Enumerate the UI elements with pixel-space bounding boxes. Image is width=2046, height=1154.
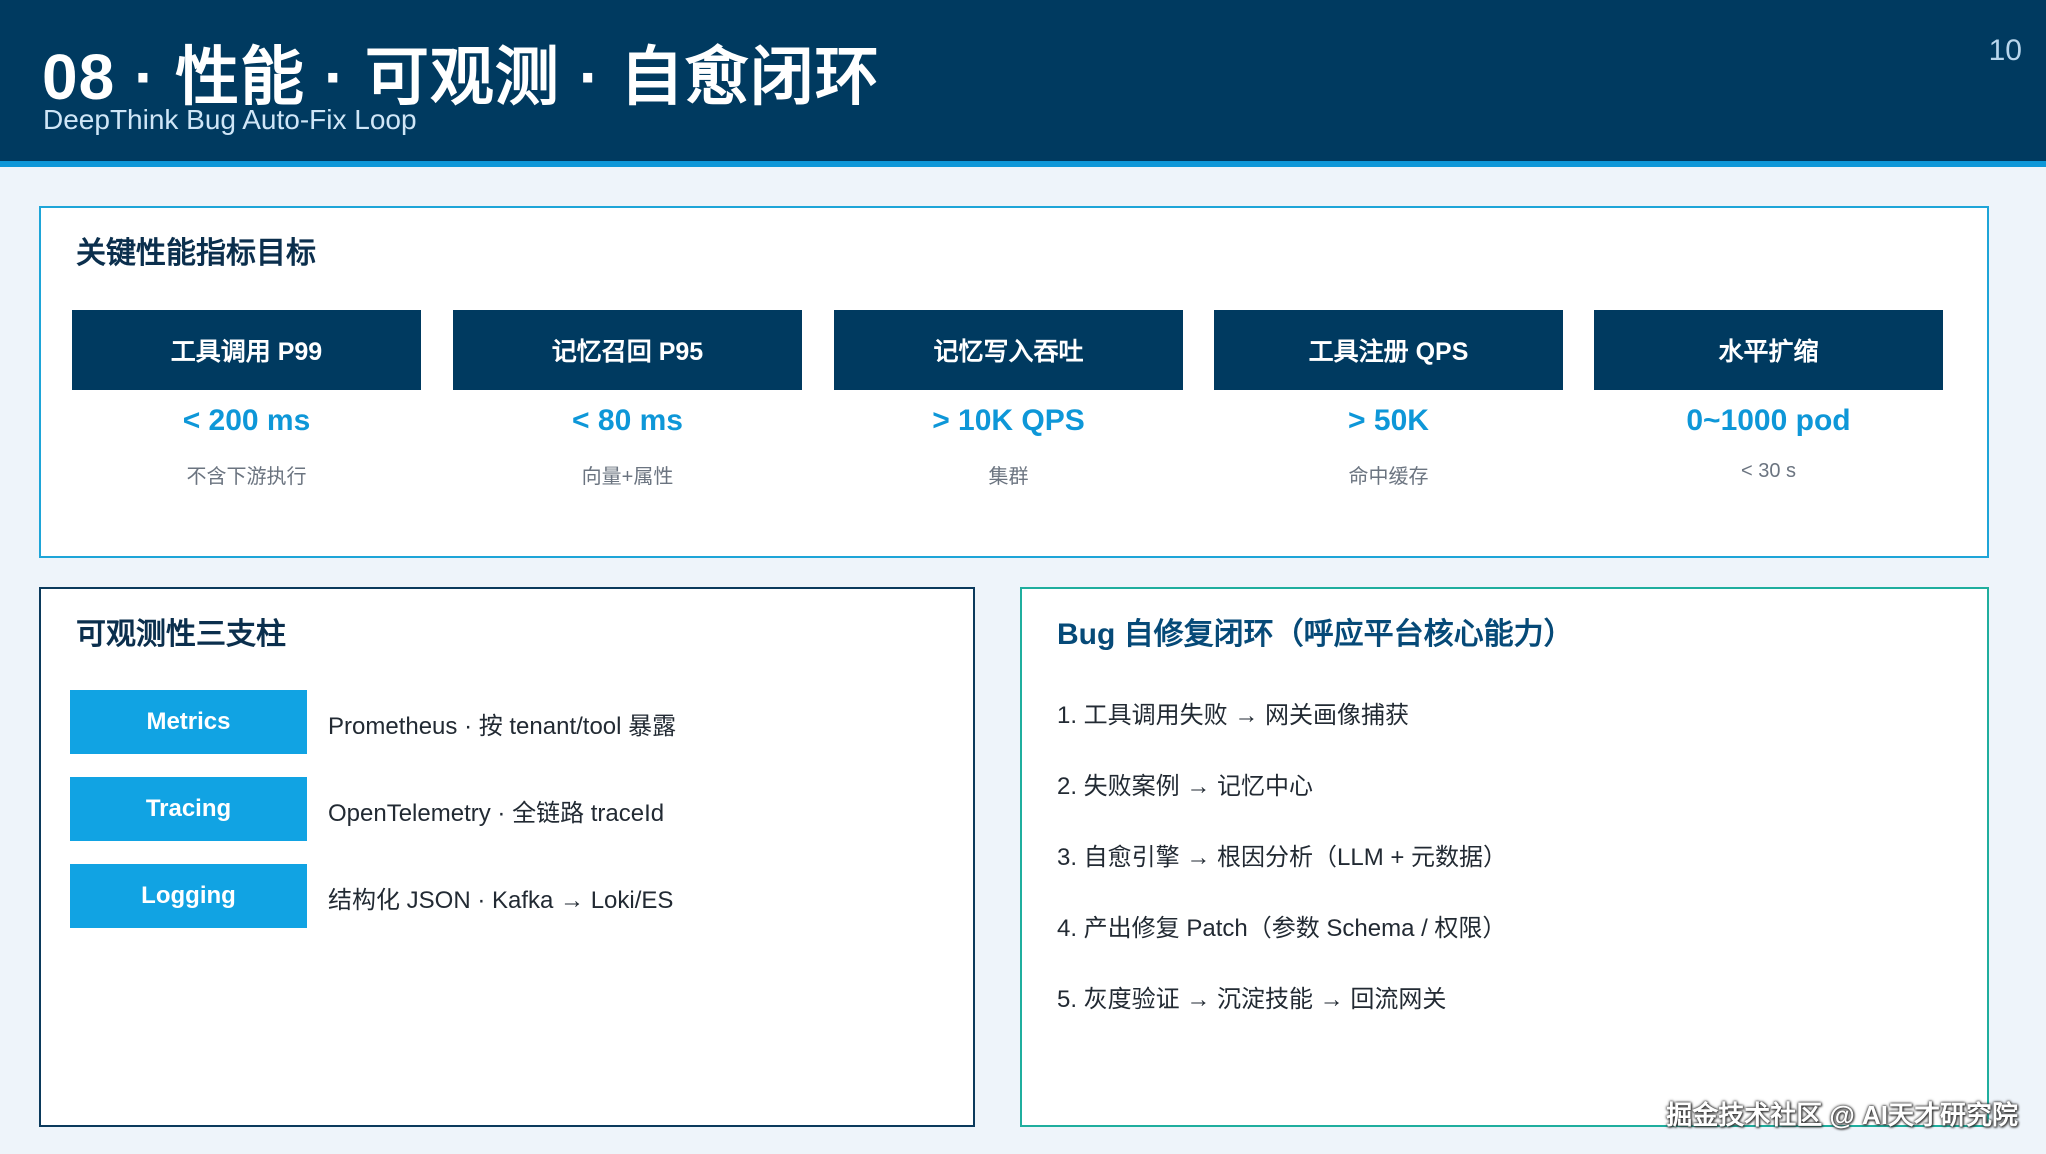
- kpi-card-value: > 10K QPS: [932, 404, 1085, 437]
- page-number: 10: [1988, 34, 2022, 67]
- header-accent-bar: [0, 161, 2046, 167]
- kpi-card: 水平扩缩 0~1000 pod < 30 s: [1594, 310, 1943, 483]
- loop-step: 2. 失败案例 → 记忆中心: [1057, 773, 1314, 800]
- kpi-card-note: 集群: [988, 466, 1029, 488]
- kpi-card-value: > 50K: [1348, 404, 1429, 437]
- slide-subtitle: DeepThink Bug Auto-Fix Loop: [43, 104, 417, 135]
- observability-panel-title: 可观测性三支柱: [76, 618, 286, 651]
- pillar-row-logging: Logging 结构化 JSON · Kafka → Loki/ES: [70, 864, 950, 928]
- kpi-card-label: 工具注册 QPS: [1214, 310, 1563, 390]
- kpi-panel-title: 关键性能指标目标: [76, 237, 316, 270]
- bug-loop-panel-title: Bug 自修复闭环（呼应平台核心能力）: [1057, 618, 1574, 651]
- loop-step: 4. 产出修复 Patch（参数 Schema / 权限）: [1057, 915, 1507, 942]
- watermark: 掘金技术社区 @ AI天才研究院: [1666, 1100, 2018, 1130]
- loop-step: 1. 工具调用失败 → 网关画像捕获: [1057, 702, 1410, 729]
- pillar-row-tracing: Tracing OpenTelemetry · 全链路 traceId: [70, 777, 950, 841]
- kpi-card-note: 不含下游执行: [186, 466, 307, 488]
- pillar-description: Prometheus · 按 tenant/tool 暴露: [328, 713, 677, 740]
- kpi-card-label: 记忆写入吞吐: [834, 310, 1183, 390]
- kpi-card-value: 0~1000 pod: [1686, 404, 1851, 437]
- kpi-panel: 关键性能指标目标 工具调用 P99 < 200 ms 不含下游执行 记忆召回 P…: [39, 206, 1989, 558]
- kpi-card-value: < 80 ms: [572, 404, 683, 437]
- kpi-card-label: 水平扩缩: [1594, 310, 1943, 390]
- kpi-card-label: 记忆召回 P95: [453, 310, 802, 390]
- loop-step: 3. 自愈引擎 → 根因分析（LLM + 元数据）: [1057, 844, 1508, 871]
- slide-header: 08 · 性能 · 可观测 · 自愈闭环 DeepThink Bug Auto-…: [0, 0, 2046, 161]
- kpi-card: 工具注册 QPS > 50K 命中缓存: [1214, 310, 1563, 489]
- kpi-card: 记忆写入吞吐 > 10K QPS 集群: [834, 310, 1183, 489]
- kpi-card-note: 命中缓存: [1348, 466, 1429, 488]
- pillar-description: 结构化 JSON · Kafka → Loki/ES: [328, 887, 674, 914]
- pillar-tag: Tracing: [70, 777, 307, 841]
- kpi-card-note: 向量+属性: [581, 466, 674, 488]
- pillar-description: OpenTelemetry · 全链路 traceId: [328, 800, 665, 827]
- kpi-card-note: < 30 s: [1740, 460, 1797, 482]
- kpi-card: 记忆召回 P95 < 80 ms 向量+属性: [453, 310, 802, 489]
- pillar-tag: Metrics: [70, 690, 307, 754]
- pillar-tag: Logging: [70, 864, 307, 928]
- kpi-card: 工具调用 P99 < 200 ms 不含下游执行: [72, 310, 421, 489]
- pillar-row-metrics: Metrics Prometheus · 按 tenant/tool 暴露: [70, 690, 950, 754]
- loop-step: 5. 灰度验证 → 沉淀技能 → 回流网关: [1057, 986, 1447, 1013]
- bug-loop-panel: Bug 自修复闭环（呼应平台核心能力） 1. 工具调用失败 → 网关画像捕获 2…: [1020, 587, 1989, 1127]
- kpi-card-value: < 200 ms: [182, 404, 311, 437]
- observability-panel: 可观测性三支柱 Metrics Prometheus · 按 tenant/to…: [39, 587, 975, 1127]
- kpi-card-label: 工具调用 P99: [72, 310, 421, 390]
